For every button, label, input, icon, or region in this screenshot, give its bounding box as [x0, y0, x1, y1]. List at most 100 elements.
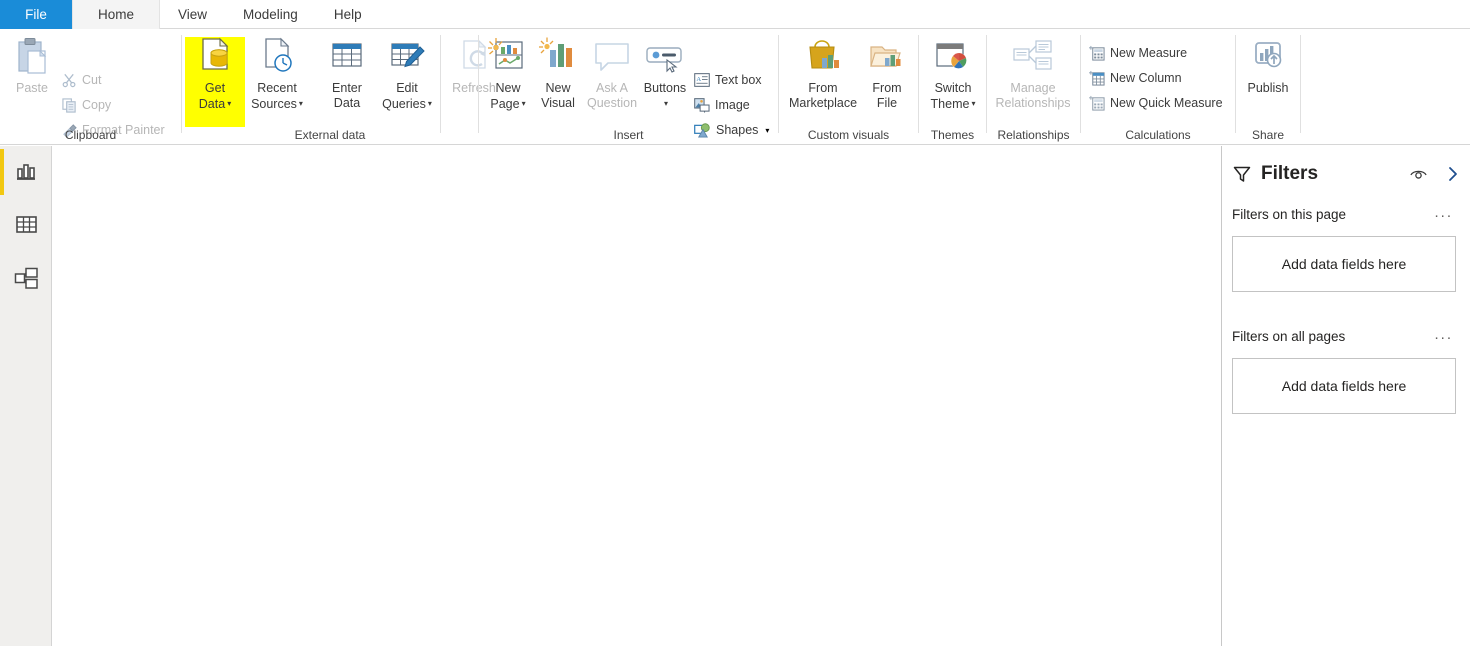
filters-on-this-page-dropzone[interactable]: Add data fields here — [1232, 236, 1456, 292]
edit-queries-label-line2: Queries ▾ — [382, 96, 432, 111]
ribbon-group-share: Publish Share — [1236, 29, 1300, 145]
from-file-label-line2: File — [876, 96, 898, 110]
switch-theme-button[interactable]: Switch Theme ▾ — [922, 33, 984, 112]
chevron-right-icon[interactable] — [1446, 165, 1460, 183]
from-marketplace-button[interactable]: From Marketplace — [781, 33, 865, 111]
publish-label: Publish — [1247, 81, 1289, 95]
image-label: Image — [715, 98, 750, 112]
recent-sources-caret-icon[interactable]: ▾ — [299, 96, 303, 111]
sidebar-item-report-view[interactable] — [0, 146, 52, 198]
tab-home-label: Home — [97, 7, 134, 22]
edit-queries-caret-icon[interactable]: ▾ — [428, 96, 432, 111]
tab-help[interactable]: Help — [316, 0, 380, 29]
tab-home[interactable]: Home — [72, 0, 160, 29]
ask-a-question-button[interactable]: Ask A Question — [579, 33, 645, 111]
recent-sources-label-line1: Recent — [257, 81, 297, 95]
report-view-icon — [14, 160, 38, 184]
cut-label: Cut — [82, 73, 102, 87]
filters-on-this-page-dropzone-label: Add data fields here — [1281, 256, 1407, 272]
filters-on-this-page-label: Filters on this page — [1232, 207, 1347, 222]
ribbon-group-relationships: Manage Relationships Relationships — [987, 29, 1080, 145]
group-label-insert: Insert — [613, 128, 644, 142]
group-label-calculations: Calculations — [1125, 128, 1191, 142]
from-marketplace-label-line2: Marketplace — [788, 96, 858, 110]
buttons-icon — [643, 33, 687, 81]
new-measure-label: New Measure — [1110, 46, 1188, 60]
new-column-label: New Column — [1110, 71, 1182, 85]
filters-pane-actions — [1409, 165, 1460, 183]
new-column-icon — [1089, 70, 1105, 86]
tab-file-label: File — [25, 7, 47, 22]
manage-relationships-button[interactable]: Manage Relationships — [988, 33, 1078, 111]
tab-file[interactable]: File — [0, 0, 72, 29]
get-data-button[interactable]: Get Data ▾ — [186, 33, 244, 112]
new-column-button[interactable]: New Column — [1089, 67, 1182, 89]
enter-data-label-line1: Enter — [332, 81, 362, 95]
ask-a-question-label-line2: Question — [586, 96, 638, 110]
buttons-caret-row: ▾ — [662, 96, 668, 112]
new-measure-icon — [1089, 45, 1105, 61]
buttons-caret-icon[interactable]: ▾ — [664, 96, 668, 111]
filters-on-all-pages-more-button[interactable]: ... — [1434, 326, 1453, 343]
svg-text:A: A — [696, 76, 701, 83]
copy-label: Copy — [82, 98, 112, 112]
switch-theme-caret-icon[interactable]: ▾ — [971, 96, 975, 111]
scissors-icon — [62, 73, 77, 88]
copy-icon — [62, 97, 77, 113]
from-file-button[interactable]: From File — [861, 33, 913, 111]
sidebar-item-data-view[interactable] — [0, 199, 52, 251]
paste-button[interactable]: Paste — [8, 33, 56, 96]
switch-theme-label-line1: Switch — [934, 81, 972, 95]
filters-on-this-page-more-button[interactable]: ... — [1434, 204, 1453, 221]
new-page-label-line2: Page ▾ — [490, 96, 526, 111]
switch-theme-icon — [932, 33, 974, 81]
enter-data-button[interactable]: Enter Data — [318, 33, 376, 111]
recent-sources-icon — [257, 33, 297, 81]
ribbon-group-custom-visuals: From Marketplace From File Custom visual… — [779, 29, 918, 145]
get-data-caret-icon[interactable]: ▾ — [227, 96, 231, 111]
new-page-caret-icon[interactable]: ▾ — [522, 96, 526, 111]
new-quick-measure-button[interactable]: New Quick Measure — [1089, 92, 1223, 114]
filters-on-all-pages-label: Filters on all pages — [1232, 329, 1346, 344]
ask-a-question-label-line1: Ask A — [596, 81, 628, 95]
filters-on-all-pages-dropzone[interactable]: Add data fields here — [1232, 358, 1456, 414]
eye-icon[interactable] — [1409, 166, 1428, 182]
group-label-external-data: External data — [294, 128, 366, 142]
home-ribbon: Paste Cut Copy Format Painter Clipboard … — [0, 29, 1470, 145]
text-box-icon: A — [694, 73, 710, 87]
filters-on-all-pages-dropzone-label: Add data fields here — [1281, 378, 1407, 394]
new-quick-measure-label: New Quick Measure — [1110, 96, 1223, 110]
recent-sources-button[interactable]: Recent Sources ▾ — [244, 33, 310, 112]
new-page-icon — [488, 33, 528, 81]
tab-help-label: Help — [333, 7, 362, 22]
filters-pane: Filters Filters on this page ... Add dat… — [1222, 146, 1470, 646]
switch-theme-label-line2: Theme ▾ — [930, 96, 976, 111]
group-label-custom-visuals: Custom visuals — [807, 128, 890, 142]
ribbon-group-themes: Switch Theme ▾ Themes — [919, 29, 986, 145]
publish-button[interactable]: Publish — [1239, 33, 1297, 96]
tab-modeling-label: Modeling — [243, 7, 298, 22]
marketplace-icon — [802, 33, 844, 81]
report-canvas[interactable] — [53, 146, 1221, 646]
enter-data-icon — [327, 33, 367, 81]
ask-question-icon — [590, 33, 634, 81]
from-file-label-line1: From — [872, 81, 902, 95]
enter-data-label-line2: Data — [333, 96, 361, 110]
group-label-relationships: Relationships — [997, 128, 1070, 142]
model-view-icon — [14, 267, 39, 290]
tab-view[interactable]: View — [160, 0, 225, 29]
data-view-icon — [15, 214, 38, 236]
buttons-button[interactable]: Buttons ▾ — [639, 33, 691, 112]
view-switch-rail — [0, 146, 52, 646]
get-data-label-line1: Get — [204, 81, 226, 95]
filters-pane-header: Filters — [1232, 160, 1460, 188]
sidebar-item-model-view[interactable] — [0, 252, 52, 304]
text-box-button[interactable]: A Text box — [694, 69, 762, 91]
new-page-label-line1: New — [495, 81, 521, 95]
filters-pane-title: Filters — [1261, 163, 1319, 184]
copy-button[interactable]: Copy — [62, 94, 111, 116]
cut-button[interactable]: Cut — [62, 69, 101, 91]
image-button[interactable]: Image — [694, 94, 750, 116]
tab-modeling[interactable]: Modeling — [225, 0, 316, 29]
new-measure-button[interactable]: New Measure — [1089, 42, 1187, 64]
